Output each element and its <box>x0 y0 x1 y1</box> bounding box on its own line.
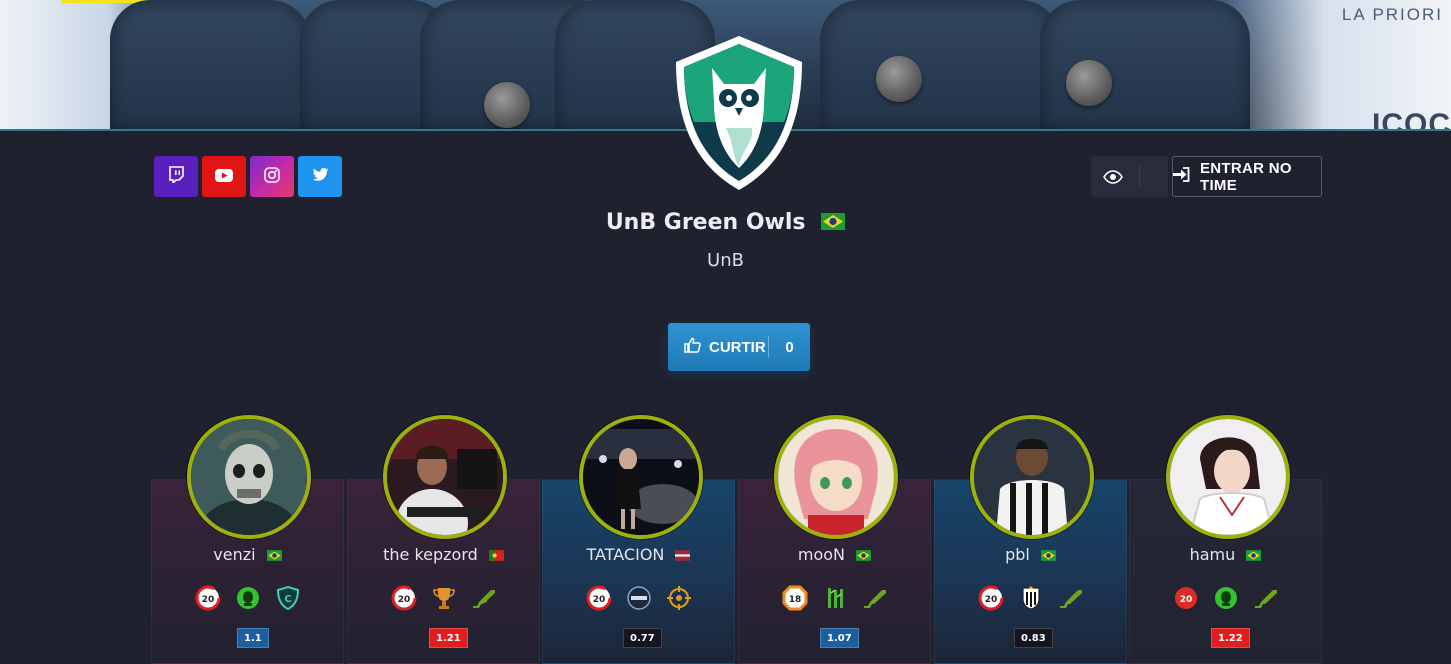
banner-player-figure <box>110 0 310 129</box>
thumbs-up-icon <box>684 337 701 357</box>
player-badges: 20 <box>347 585 540 611</box>
portugal-flag-icon <box>488 546 504 565</box>
join-team-label: ENTRAR NO TIME <box>1200 159 1292 194</box>
alien-badge-icon <box>1213 585 1239 611</box>
level-badge: 20 <box>391 585 417 611</box>
brazil-flag-icon <box>1040 546 1056 565</box>
player-name-row: hamu <box>1129 545 1322 565</box>
level-badge: 20 <box>195 585 221 611</box>
banner-medal <box>484 82 530 128</box>
banner-medal <box>876 56 922 102</box>
alien-badge-icon <box>235 585 261 611</box>
like-label: CURTIR <box>709 338 766 356</box>
rifle-badge-icon <box>471 585 497 611</box>
twitch-button[interactable] <box>154 156 198 197</box>
sign-in-icon <box>1173 167 1190 186</box>
player-name-row: pbl <box>934 545 1127 565</box>
join-team-button[interactable]: ENTRAR NO TIME <box>1172 156 1322 197</box>
level-badge: 18 <box>782 585 808 611</box>
player-avatar[interactable] <box>187 415 311 539</box>
player-rating: 1.21 <box>429 628 468 648</box>
club-crest-badge-icon <box>1018 585 1044 611</box>
player-rating: 1.1 <box>237 628 269 648</box>
twitter-button[interactable] <box>298 156 342 197</box>
youtube-icon <box>215 167 233 186</box>
svg-text:20: 20 <box>397 595 410 605</box>
social-links <box>154 156 342 197</box>
team-logo <box>668 32 810 194</box>
player-badges: 20 <box>1129 585 1322 611</box>
player-name[interactable]: venzi <box>213 545 255 564</box>
trophy-badge-icon <box>431 585 457 611</box>
twitter-icon <box>312 167 329 186</box>
player-rating: 0.83 <box>1014 628 1053 648</box>
player-avatar[interactable] <box>774 415 898 539</box>
shield-c-badge-icon: C <box>275 585 301 611</box>
player-rating: 1.22 <box>1211 628 1250 648</box>
player-avatar[interactable] <box>579 415 703 539</box>
like-count: 0 <box>785 338 794 356</box>
svg-text:C: C <box>284 594 291 605</box>
player-name-row: TATACION <box>542 545 735 565</box>
player-badges: 20 <box>542 585 735 611</box>
player-badges: 20 C <box>151 585 344 611</box>
brazil-flag-icon <box>266 546 282 565</box>
twitch-icon <box>168 166 184 187</box>
player-name[interactable]: the kepzord <box>383 545 478 564</box>
latvia-flag-icon <box>675 546 691 565</box>
like-button[interactable]: CURTIR 0 <box>668 323 810 371</box>
rifle-badge-icon <box>862 585 888 611</box>
svg-text:20: 20 <box>201 595 214 605</box>
crosshair-badge-icon <box>666 585 692 611</box>
brazil-flag-icon <box>856 546 872 565</box>
team-name-heading: UnB Green Owls <box>0 210 1451 236</box>
player-badges: 18 <box>738 585 931 611</box>
brazil-flag-icon <box>1246 546 1262 565</box>
instagram-button[interactable] <box>250 156 294 197</box>
youtube-button[interactable] <box>202 156 246 197</box>
eye-icon <box>1091 169 1135 184</box>
level-badge: 20 <box>978 585 1004 611</box>
team-short-name: UnB <box>707 250 744 271</box>
instagram-icon <box>264 166 280 187</box>
player-avatar[interactable] <box>383 415 507 539</box>
banner-player-figure <box>820 0 1060 129</box>
player-rating: 0.77 <box>623 628 662 648</box>
svg-text:18: 18 <box>788 595 801 605</box>
player-name[interactable]: hamu <box>1190 545 1236 564</box>
level-badge: 20 <box>1173 585 1199 611</box>
follow-watch-button[interactable] <box>1091 156 1168 197</box>
tournament-badge-icon <box>626 585 652 611</box>
banner-player-figure <box>1040 0 1250 129</box>
player-name-row: the kepzord <box>347 545 540 565</box>
rifle-badge-icon <box>1058 585 1084 611</box>
player-name[interactable]: mooN <box>798 545 845 564</box>
player-rating: 1.07 <box>820 628 859 648</box>
svg-text:20: 20 <box>1179 595 1192 605</box>
player-name-row: mooN <box>738 545 931 565</box>
player-avatar[interactable] <box>1166 415 1290 539</box>
level-badge: 20 <box>586 585 612 611</box>
bamboo-badge-icon <box>822 585 848 611</box>
banner-sponsor-text: LA PRIORI <box>1341 5 1443 24</box>
banner-sponsor-logo: ICOC <box>1372 108 1451 131</box>
svg-text:20: 20 <box>592 595 605 605</box>
team-name: UnB Green Owls <box>605 210 806 235</box>
player-badges: 20 <box>934 585 1127 611</box>
brazil-flag-icon <box>821 211 846 236</box>
player-avatar[interactable] <box>970 415 1094 539</box>
rifle-badge-icon <box>1253 585 1279 611</box>
svg-text:20: 20 <box>984 595 997 605</box>
player-name[interactable]: pbl <box>1005 545 1030 564</box>
player-name[interactable]: TATACION <box>587 545 665 564</box>
banner-medal <box>1066 60 1112 106</box>
watch-button-separator <box>1139 164 1140 189</box>
player-name-row: venzi <box>151 545 344 565</box>
